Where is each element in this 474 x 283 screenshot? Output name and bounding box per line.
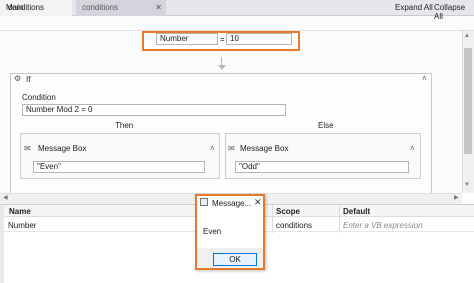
variable-default-input[interactable]: Enter a VB expression: [343, 221, 423, 230]
tab-conditions[interactable]: conditions (ReadOnly) ✕: [76, 0, 166, 28]
else-message-text-field[interactable]: "Odd": [235, 161, 409, 173]
collapse-all-button[interactable]: Collapse All: [434, 3, 474, 21]
message-box-icon: ✉: [228, 144, 235, 153]
ok-button[interactable]: OK: [213, 253, 257, 266]
column-header-default[interactable]: Default: [343, 207, 370, 216]
condition-label: Condition: [22, 93, 56, 102]
condition-field[interactable]: Number Mod 2 = 0: [22, 104, 286, 116]
dialog-title: Message...: [212, 199, 252, 208]
else-message-box-title: Message Box: [240, 144, 289, 153]
window-icon: [200, 198, 208, 206]
breadcrumb[interactable]: conditions: [8, 3, 44, 12]
dialog-message: Even: [203, 227, 222, 236]
scroll-down-icon[interactable]: ▼: [464, 182, 470, 188]
variable-name-cell[interactable]: Number: [8, 221, 36, 230]
if-icon: ⚙: [14, 74, 22, 83]
breadcrumb-bar: [0, 16, 474, 31]
variable-scope-cell[interactable]: conditions: [276, 221, 312, 230]
flow-arrow-icon: [218, 65, 226, 70]
close-icon[interactable]: ✕: [254, 197, 262, 208]
scroll-left-icon[interactable]: ◀: [3, 194, 8, 201]
panel-side-strip: [0, 232, 4, 283]
collapse-chevron-icon[interactable]: ˄: [422, 74, 427, 83]
assign-operator: =: [220, 35, 225, 44]
close-icon[interactable]: ✕: [155, 0, 162, 16]
then-message-box-title: Message Box: [38, 144, 87, 153]
then-message-text-field[interactable]: "Even": [33, 161, 205, 173]
then-label: Then: [115, 121, 134, 130]
designer-canvas: Number = 10 ⚙ If ˄ Condition Number Mod …: [0, 31, 462, 193]
assign-to-field[interactable]: Number: [156, 33, 218, 45]
column-header-scope[interactable]: Scope: [276, 207, 300, 216]
assign-value-field[interactable]: 10: [226, 33, 292, 45]
column-header-name[interactable]: Name: [9, 207, 31, 216]
scroll-up-icon[interactable]: ▲: [464, 33, 470, 39]
message-box-icon: ✉: [24, 144, 31, 153]
vertical-scroll-thumb[interactable]: [464, 48, 472, 154]
scroll-right-icon[interactable]: ▶: [454, 194, 459, 201]
if-title: If: [26, 75, 31, 84]
collapse-chevron-icon[interactable]: ˄: [210, 144, 215, 153]
expand-all-button[interactable]: Expand All: [395, 3, 433, 12]
collapse-chevron-icon[interactable]: ˄: [410, 144, 415, 153]
else-label: Else: [318, 121, 334, 130]
